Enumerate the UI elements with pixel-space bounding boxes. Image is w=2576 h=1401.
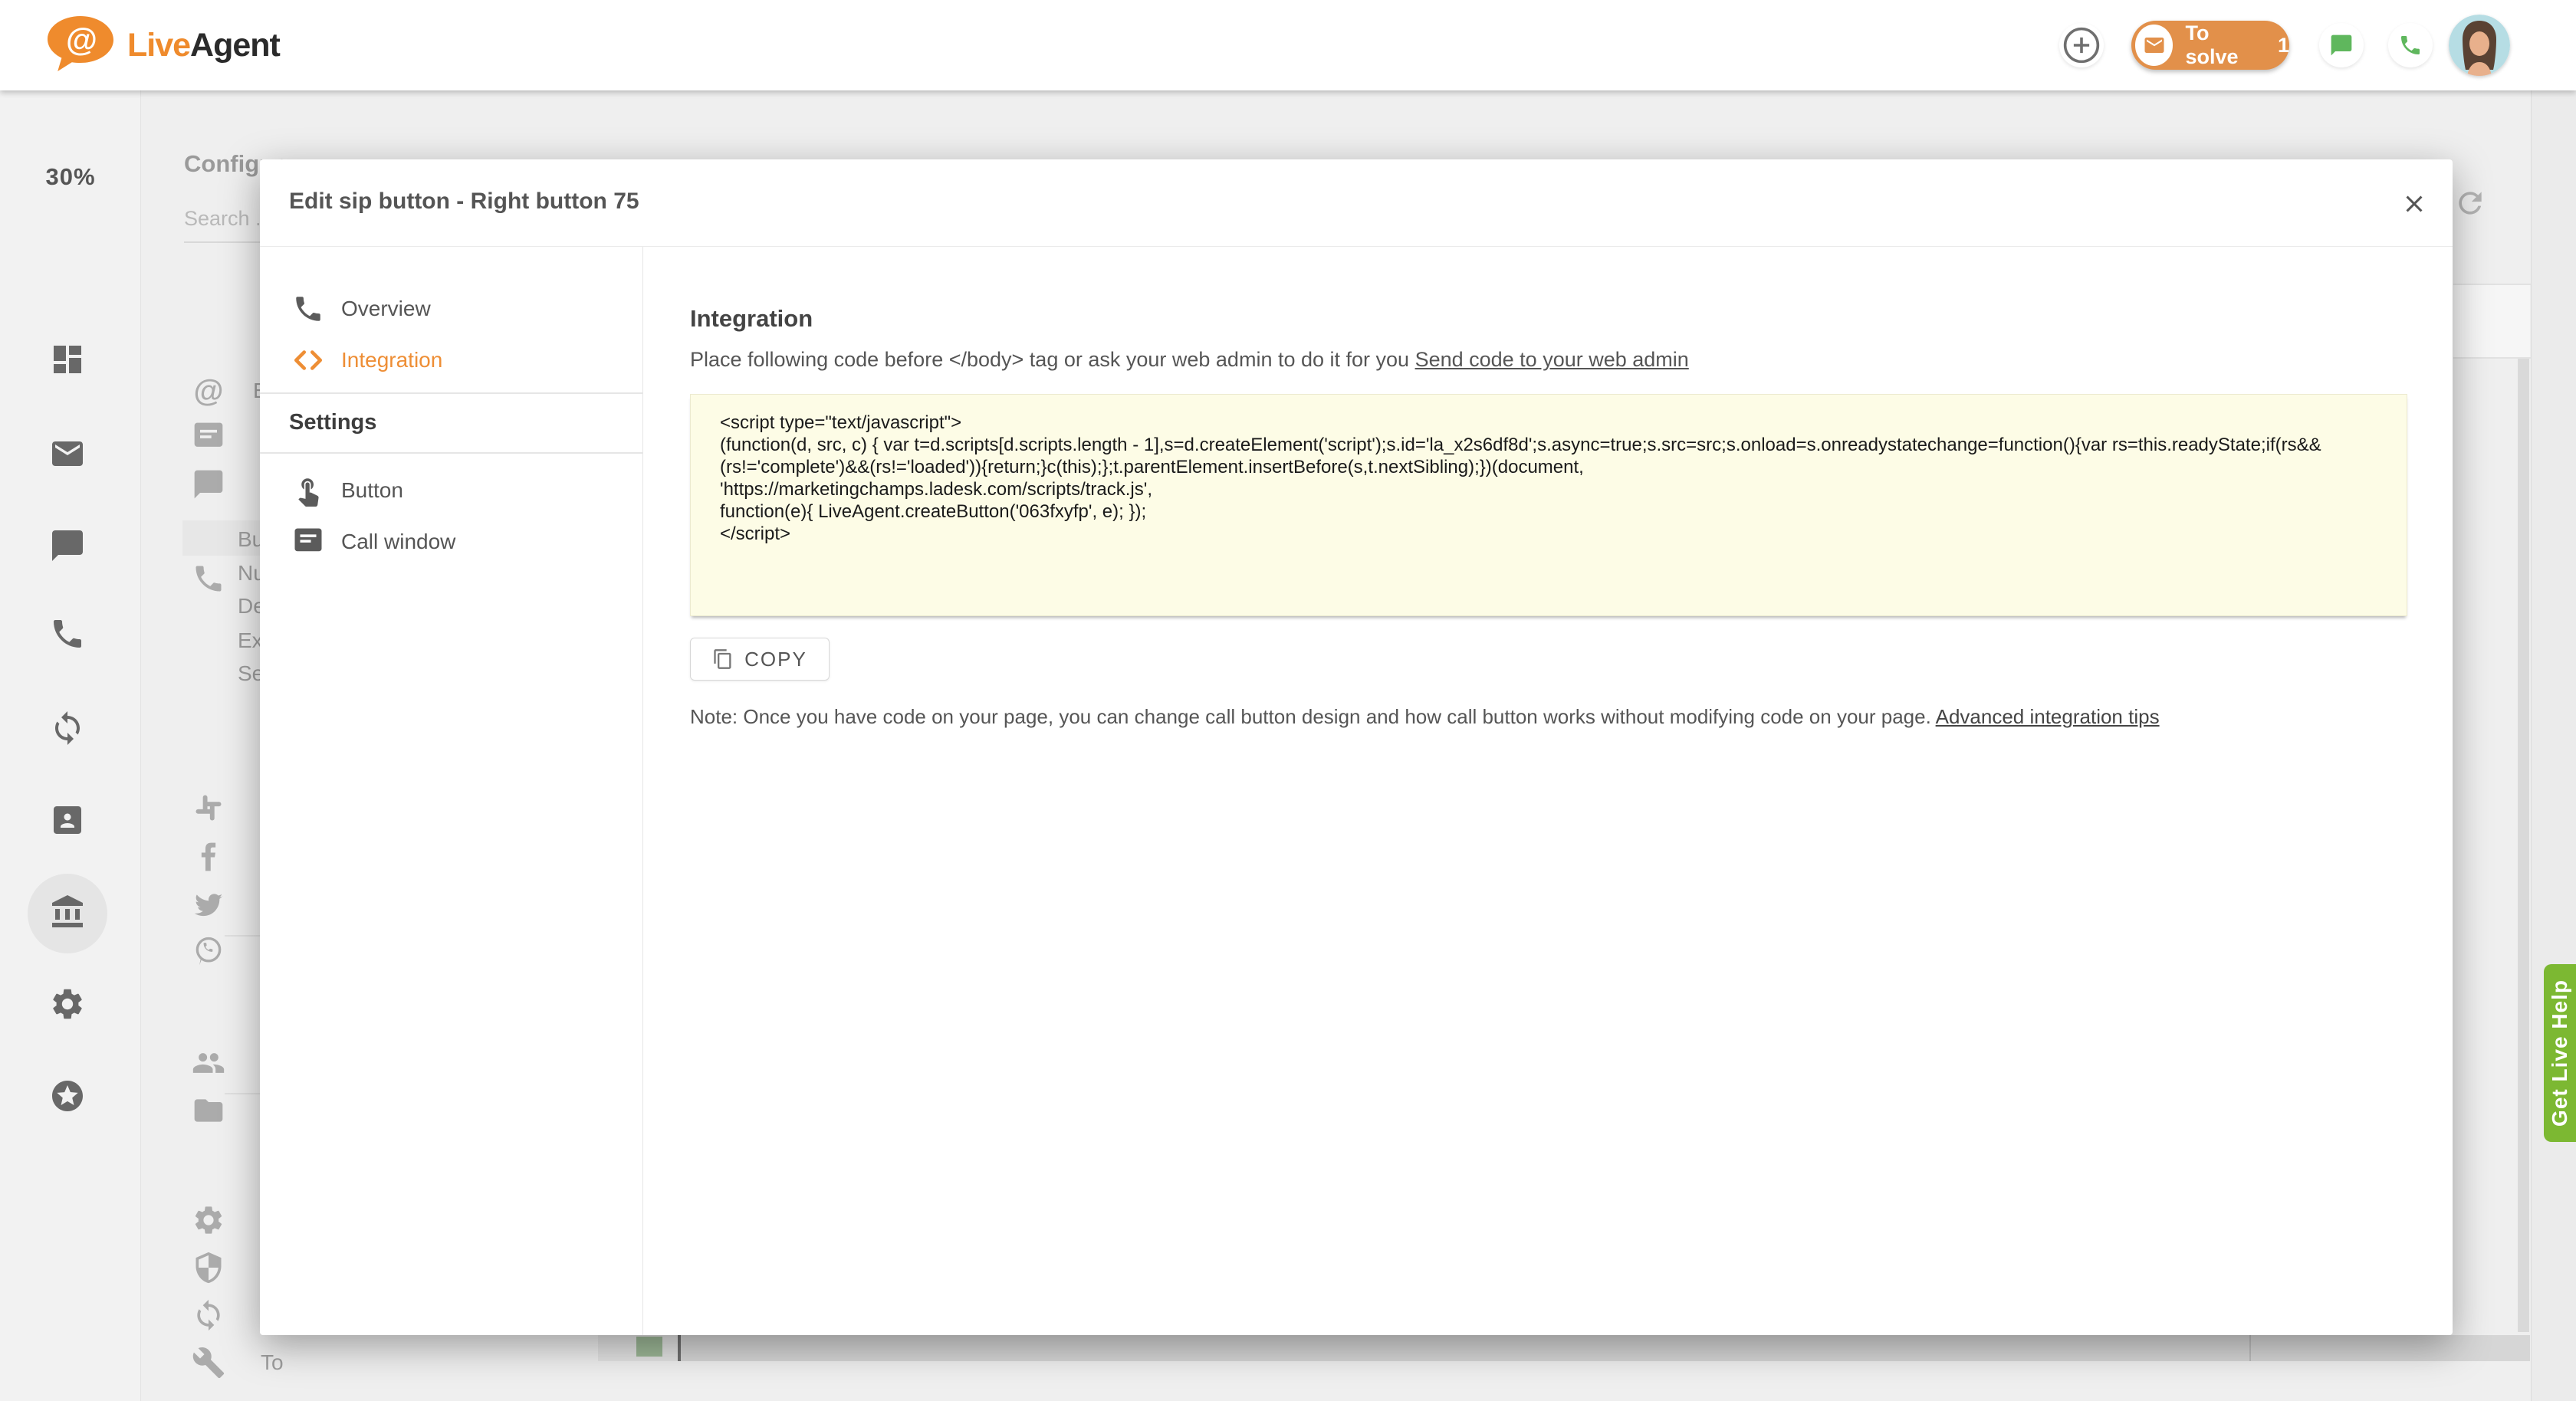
to-solve-count: 1 bbox=[2278, 34, 2289, 57]
modal-title: Edit sip button - Right button 75 bbox=[289, 189, 639, 215]
get-live-help-tab[interactable]: Get Live Help bbox=[2544, 964, 2576, 1142]
dashboard-icon[interactable] bbox=[49, 341, 86, 378]
logo-bubble-icon: @ bbox=[43, 14, 117, 77]
agents-icon bbox=[192, 1046, 225, 1080]
modal-header: Edit sip button - Right button 75 bbox=[260, 159, 2453, 247]
twitter-icon bbox=[192, 888, 225, 922]
phone-icon bbox=[292, 293, 324, 325]
add-button[interactable] bbox=[2059, 23, 2104, 67]
viber-icon bbox=[192, 934, 225, 968]
background-panel-band bbox=[2453, 284, 2530, 358]
copy-button[interactable]: COPY bbox=[690, 638, 830, 681]
to-solve-label: To solve bbox=[2185, 21, 2261, 69]
note-icon bbox=[192, 420, 225, 454]
divider bbox=[260, 392, 642, 394]
config-subitem[interactable]: Ex bbox=[238, 628, 263, 653]
integration-code-box[interactable]: <script type="text/javascript"> (functio… bbox=[690, 394, 2407, 616]
contact-card-icon[interactable] bbox=[49, 802, 86, 838]
divider bbox=[2453, 284, 2531, 285]
avatar[interactable] bbox=[2449, 15, 2510, 76]
facebook-icon bbox=[192, 840, 225, 874]
new-call-button[interactable] bbox=[2388, 23, 2433, 67]
gear-icon[interactable] bbox=[49, 986, 86, 1022]
liveagent-logo[interactable]: @ LiveAgent bbox=[43, 14, 280, 77]
at-icon: @ bbox=[192, 374, 225, 408]
to-solve-button[interactable]: To solve 1 bbox=[2131, 21, 2289, 70]
tab-overview[interactable]: Overview bbox=[260, 287, 642, 330]
cycle-icon[interactable] bbox=[49, 710, 86, 746]
sync-icon bbox=[192, 1298, 225, 1332]
logo-wordmark: LiveAgent bbox=[127, 27, 280, 64]
button-preview-swatch bbox=[636, 1337, 662, 1357]
settings-section-label: Settings bbox=[289, 410, 376, 435]
new-chat-button[interactable] bbox=[2319, 23, 2364, 67]
usage-percentage: 30% bbox=[0, 163, 141, 191]
scrollbar[interactable] bbox=[2518, 359, 2529, 1332]
shield-icon bbox=[192, 1251, 225, 1285]
envelope-icon bbox=[2135, 25, 2173, 66]
svg-text:@: @ bbox=[66, 21, 97, 57]
chat-icon bbox=[192, 468, 225, 501]
integration-instruction: Place following code before </body> tag … bbox=[690, 348, 2407, 372]
phone-icon[interactable] bbox=[49, 615, 86, 652]
config-item-tools[interactable]: To bbox=[184, 1344, 284, 1381]
edit-sip-button-modal: Edit sip button - Right button 75 Overvi… bbox=[260, 159, 2453, 1335]
integration-note: Note: Once you have code on your page, y… bbox=[690, 705, 2453, 729]
top-bar: @ LiveAgent To solve 1 bbox=[0, 0, 2576, 90]
divider bbox=[2249, 1335, 2251, 1361]
wrench-icon bbox=[192, 1346, 225, 1380]
send-code-link[interactable]: Send code to your web admin bbox=[1415, 348, 1689, 371]
star-icon[interactable] bbox=[49, 1078, 86, 1114]
mail-icon[interactable] bbox=[49, 435, 86, 472]
close-icon[interactable] bbox=[2397, 187, 2431, 221]
integration-code: <script type="text/javascript"> (functio… bbox=[720, 412, 2384, 545]
app-sidebar: 30% bbox=[0, 90, 141, 1401]
tab-integration[interactable]: Integration bbox=[260, 339, 642, 382]
copy-icon bbox=[712, 648, 734, 670]
get-live-help-label: Get Live Help bbox=[2548, 979, 2572, 1127]
window-icon bbox=[292, 526, 324, 558]
gear-icon bbox=[192, 1203, 225, 1237]
bank-icon[interactable] bbox=[49, 894, 86, 930]
modal-sidebar-border bbox=[642, 247, 643, 1335]
slack-icon bbox=[192, 791, 225, 825]
background-table-row bbox=[598, 1335, 2530, 1361]
tab-button[interactable]: Button bbox=[260, 469, 642, 512]
chat-icon[interactable] bbox=[49, 527, 86, 564]
folder-icon bbox=[192, 1094, 225, 1127]
right-gutter bbox=[2531, 90, 2576, 1401]
touch-icon bbox=[292, 474, 324, 507]
divider bbox=[260, 452, 642, 454]
refresh-icon[interactable] bbox=[2453, 186, 2487, 220]
phone-icon bbox=[192, 562, 225, 596]
integration-heading: Integration bbox=[690, 305, 813, 333]
advanced-tips-link[interactable]: Advanced integration tips bbox=[1936, 705, 2160, 728]
divider bbox=[678, 1335, 681, 1361]
tab-call-window[interactable]: Call window bbox=[260, 520, 642, 563]
code-icon bbox=[292, 344, 324, 376]
liveagent-app: 30% Configur Search ... @ Em Co bbox=[0, 0, 2576, 1401]
